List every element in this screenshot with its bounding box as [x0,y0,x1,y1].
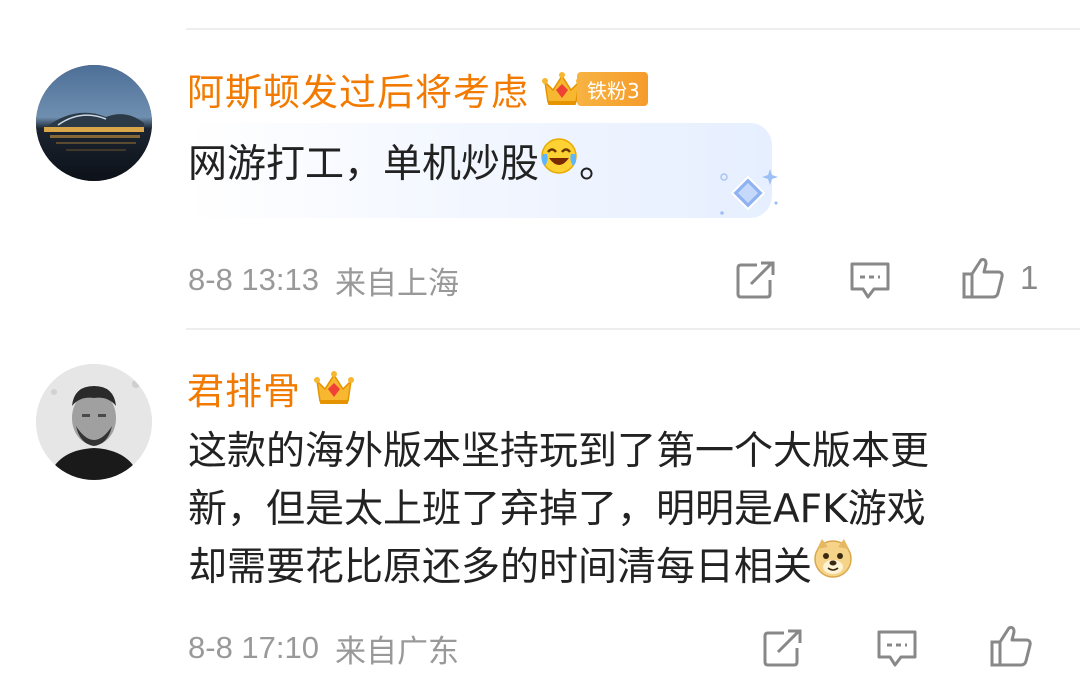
diamond-decoration-icon [720,169,778,215]
thumbs-up-icon [990,626,1032,667]
comment-text-body: 网游打工，单机炒股 [188,142,540,187]
username[interactable]: 阿斯顿发过后将考虑 [187,62,529,116]
share-button[interactable] [735,258,777,302]
laugh-cry-emoji [539,135,579,193]
comment-icon [850,262,890,299]
vip-crown-icon [313,367,355,409]
comment-location: 来自广东 [335,633,459,669]
comment-text-suffix: 。 [579,142,619,187]
comment-text-line: 这款的海外版本坚持玩到了第一个大版本更 [188,429,930,474]
avatar[interactable] [36,364,152,480]
share-icon [736,261,775,299]
avatar[interactable] [36,65,152,181]
comment-meta: 8-8 17:10 来自广东 [188,626,459,670]
comment-location: 来自上海 [335,265,459,301]
comment-item: 阿斯顿发过后将考虑 铁粉3 网游打工，单机炒股 。 8-8 13:13 来自上海… [0,0,1080,330]
comment-icon [877,630,917,667]
username-row: 君排骨 [187,361,355,415]
comment-date: 8-8 13:13 [188,262,319,297]
comment-button[interactable] [848,258,892,302]
comment-item: 君排骨 这款的海外版本坚持玩到了第一个大版本更 新，但是太上班了弃掉了，明明是A… [0,330,1080,698]
thumbs-up-icon [962,258,1004,299]
comment-meta: 8-8 13:13 来自上海 [188,258,459,302]
doge-emoji [812,537,854,596]
avatar-image [36,364,152,480]
share-button[interactable] [762,626,804,670]
like-count: 1 [1020,259,1039,296]
comment-text-line-last: 却需要花比原还多的时间清每日相关 [188,539,929,597]
comment-text: 这款的海外版本坚持玩到了第一个大版本更 新，但是太上班了弃掉了，明明是AFK游戏… [188,423,929,597]
like-button[interactable] [988,624,1034,668]
username-row: 阿斯顿发过后将考虑 铁粉3 [187,62,648,116]
username[interactable]: 君排骨 [187,361,301,415]
avatar-image [36,65,152,181]
comment-text-line: 却需要花比原还多的时间清每日相关 [188,545,813,590]
comment-date: 8-8 17:10 [188,630,319,665]
comment-text-line: 新，但是太上班了弃掉了，明明是AFK游戏 [188,487,926,532]
fan-badge: 铁粉3 [577,72,648,106]
comment-text: 网游打工，单机炒股 。 [188,136,618,194]
like-button[interactable]: 1 [960,256,1038,300]
comment-button[interactable] [875,626,919,670]
share-icon [763,629,802,667]
comment-list: 阿斯顿发过后将考虑 铁粉3 网游打工，单机炒股 。 8-8 13:13 来自上海… [0,0,1080,698]
